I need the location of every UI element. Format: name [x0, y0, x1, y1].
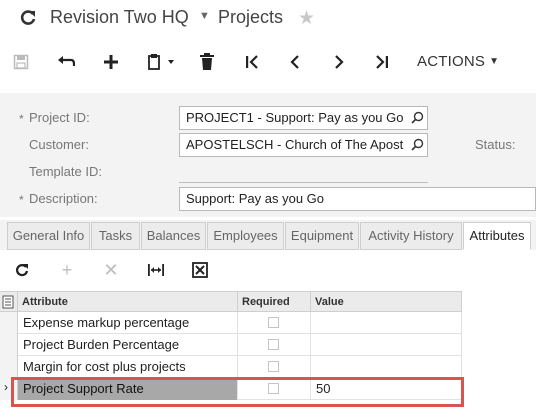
- column-header-value[interactable]: Value: [311, 292, 462, 312]
- undo-icon[interactable]: [54, 50, 78, 74]
- last-record-icon[interactable]: [370, 50, 394, 74]
- company-title[interactable]: Revision Two HQ: [50, 7, 189, 28]
- row-selector[interactable]: ›: [0, 378, 18, 400]
- add-row-icon[interactable]: +: [57, 260, 77, 280]
- required-cell: [238, 334, 311, 356]
- current-row-arrow-icon: ›: [4, 380, 8, 394]
- attribute-cell[interactable]: Project Burden Percentage: [18, 334, 238, 356]
- first-record-icon[interactable]: [240, 50, 264, 74]
- row-selector[interactable]: [0, 334, 18, 356]
- project-form: * Project ID: PROJECT1 - Support: Pay as…: [0, 93, 536, 217]
- required-checkbox[interactable]: [268, 339, 279, 350]
- tab-general-info[interactable]: General Info: [7, 222, 90, 250]
- add-icon[interactable]: [99, 50, 123, 74]
- tab-tasks[interactable]: Tasks: [91, 222, 140, 250]
- fit-columns-icon[interactable]: [146, 260, 166, 280]
- save-icon[interactable]: [9, 50, 33, 74]
- search-icon[interactable]: [411, 138, 424, 155]
- project-id-field[interactable]: PROJECT1 - Support: Pay as you Go: [179, 106, 428, 130]
- status-label: Status:: [475, 137, 516, 152]
- value-cell[interactable]: [311, 356, 462, 378]
- column-header-required[interactable]: Required: [238, 292, 311, 312]
- search-icon[interactable]: [411, 111, 424, 128]
- required-marker: *: [19, 112, 24, 126]
- required-marker: *: [19, 193, 24, 207]
- column-header-attribute[interactable]: Attribute: [18, 292, 238, 312]
- delete-row-icon[interactable]: ✕: [101, 260, 121, 280]
- grid-header: Attribute Required Value: [0, 291, 462, 312]
- template-id-label: Template ID:: [29, 164, 102, 179]
- required-checkbox[interactable]: [268, 317, 279, 328]
- attribute-cell[interactable]: Expense markup percentage: [18, 312, 238, 334]
- copy-paste-icon[interactable]: [144, 50, 178, 74]
- chevron-down-icon[interactable]: ▼: [199, 10, 210, 22]
- project-id-label: Project ID:: [29, 110, 90, 125]
- value-cell[interactable]: [311, 312, 462, 334]
- title-bar: Revision Two HQ ▼ Projects ★: [0, 0, 536, 40]
- export-excel-icon[interactable]: [190, 260, 210, 280]
- tab-employees[interactable]: Employees: [207, 222, 284, 250]
- required-checkbox[interactable]: [268, 383, 279, 394]
- tab-attributes[interactable]: Attributes: [463, 222, 531, 250]
- description-field[interactable]: Support: Pay as you Go: [179, 187, 536, 211]
- required-checkbox[interactable]: [268, 361, 279, 372]
- table-row[interactable]: › Project Support Rate 50: [0, 378, 462, 400]
- template-id-field[interactable]: [179, 182, 428, 183]
- row-selector[interactable]: [0, 356, 18, 378]
- table-row[interactable]: Margin for cost plus projects: [0, 356, 462, 378]
- required-cell: [238, 356, 311, 378]
- value-cell[interactable]: [311, 334, 462, 356]
- grid-toolbar: + ✕: [0, 252, 536, 288]
- description-label: Description:: [29, 191, 98, 206]
- table-row[interactable]: Project Burden Percentage: [0, 334, 462, 356]
- previous-record-icon[interactable]: [283, 50, 307, 74]
- tab-activity-history[interactable]: Activity History: [360, 222, 462, 250]
- delete-icon[interactable]: [195, 50, 219, 74]
- tab-equipment[interactable]: Equipment: [285, 222, 359, 250]
- star-icon[interactable]: ★: [298, 7, 315, 30]
- row-selector[interactable]: [0, 312, 18, 334]
- actions-label: ACTIONS: [417, 53, 486, 70]
- page-title: Projects: [218, 7, 284, 27]
- next-record-icon[interactable]: [327, 50, 351, 74]
- attribute-cell[interactable]: Margin for cost plus projects: [18, 356, 238, 378]
- project-id-value: PROJECT1 - Support: Pay as you Go: [186, 110, 404, 125]
- table-row[interactable]: Expense markup percentage: [0, 312, 462, 334]
- required-cell: [238, 312, 311, 334]
- customer-field[interactable]: APOSTELSCH - Church of The Apost: [179, 133, 428, 157]
- actions-menu-button[interactable]: ACTIONS ▼: [417, 53, 499, 70]
- customer-label: Customer:: [29, 137, 89, 152]
- attribute-cell[interactable]: Project Support Rate: [18, 378, 238, 400]
- refresh-icon[interactable]: [12, 260, 32, 280]
- chevron-down-icon: ▼: [489, 56, 500, 67]
- required-cell: [238, 378, 311, 400]
- description-value: Support: Pay as you Go: [186, 191, 325, 206]
- customer-value: APOSTELSCH - Church of The Apost: [186, 137, 404, 152]
- value-cell[interactable]: 50: [311, 378, 462, 400]
- tab-balances[interactable]: Balances: [141, 222, 206, 250]
- main-toolbar: ACTIONS ▼: [0, 44, 536, 80]
- file-icon[interactable]: [0, 292, 18, 312]
- tab-bar: General Info Tasks Balances Employees Eq…: [0, 220, 536, 250]
- refresh-icon[interactable]: [18, 8, 38, 28]
